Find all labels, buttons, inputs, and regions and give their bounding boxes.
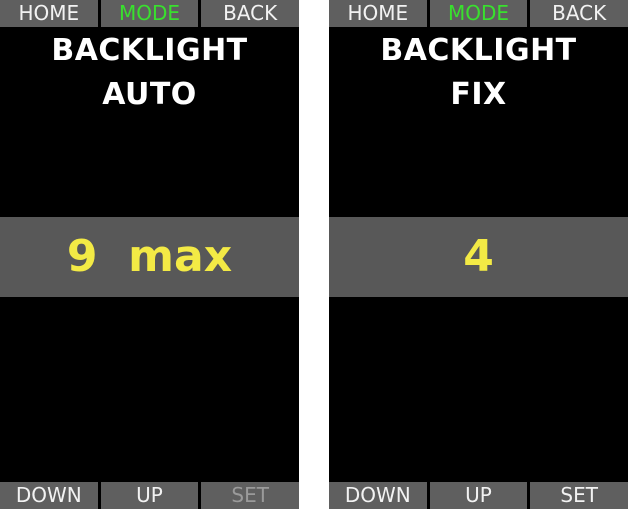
up-button[interactable]: UP	[100, 482, 199, 509]
mode-label: FIX	[450, 77, 507, 112]
menu-title: BACKLIGHT	[51, 33, 248, 68]
bottom-softkey-bar: DOWN UP SET	[0, 482, 300, 509]
set-button[interactable]: SET	[201, 482, 300, 509]
up-button[interactable]: UP	[429, 482, 528, 509]
down-button[interactable]: DOWN	[0, 482, 98, 509]
mode-button[interactable]: MODE	[429, 0, 528, 27]
back-button[interactable]: BACK	[530, 0, 628, 27]
mode-button[interactable]: MODE	[100, 0, 199, 27]
device-screen-auto: HOME MODE BACK BACKLIGHT AUTO 9 max DOWN…	[0, 0, 300, 509]
top-softkey-bar: HOME MODE BACK	[0, 0, 300, 27]
top-softkey-bar: HOME MODE BACK	[329, 0, 628, 27]
backlight-value: 9 max	[66, 231, 233, 282]
menu-title: BACKLIGHT	[380, 33, 577, 68]
backlight-value: 4	[463, 231, 494, 282]
home-button[interactable]: HOME	[329, 0, 427, 27]
down-button[interactable]: DOWN	[329, 482, 427, 509]
home-button[interactable]: HOME	[0, 0, 98, 27]
back-button[interactable]: BACK	[201, 0, 300, 27]
bottom-softkey-bar: DOWN UP SET	[329, 482, 628, 509]
mode-label: AUTO	[102, 77, 197, 112]
value-band: 9 max	[0, 217, 299, 297]
device-screen-fix: HOME MODE BACK BACKLIGHT FIX 4 DOWN UP S…	[329, 0, 628, 509]
set-button[interactable]: SET	[530, 482, 628, 509]
value-band: 4	[329, 217, 628, 297]
